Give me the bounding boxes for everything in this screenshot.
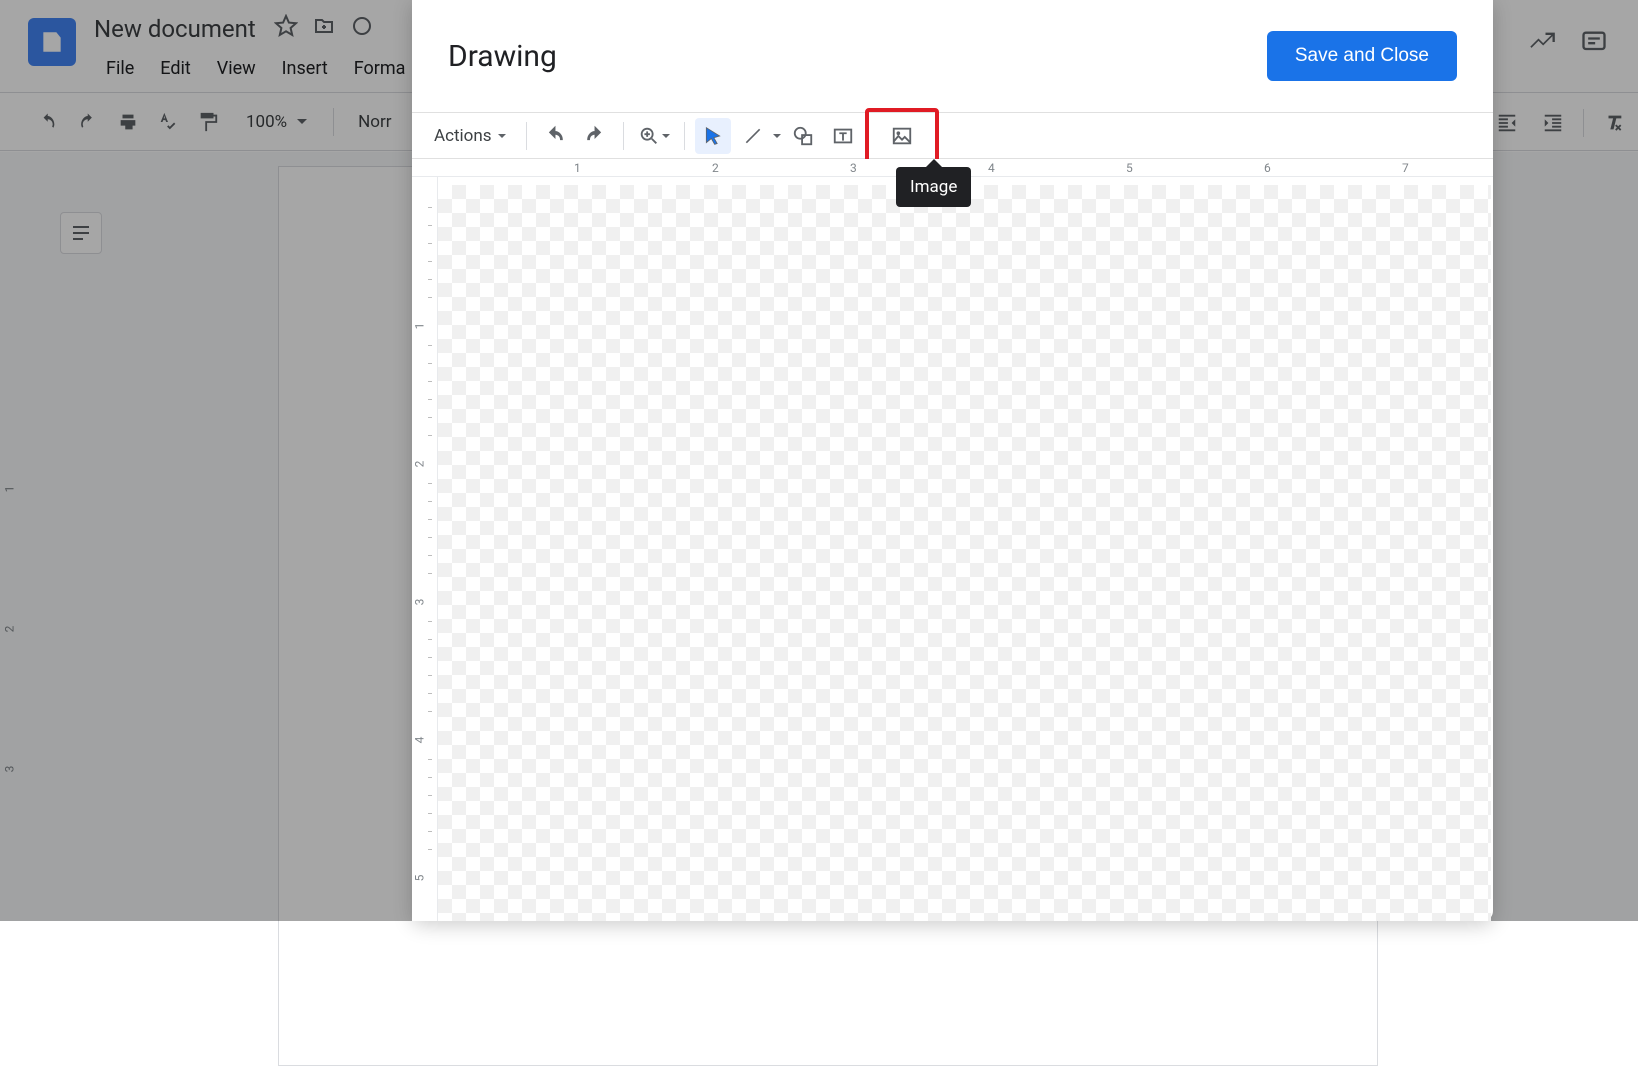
chevron-down-icon [662, 134, 670, 138]
ruler-mark: 4 [412, 737, 426, 744]
chevron-down-icon [498, 134, 506, 138]
actions-label: Actions [434, 126, 492, 146]
select-tool[interactable] [695, 118, 731, 154]
drawing-canvas[interactable] [438, 185, 1491, 921]
ruler-mark: 7 [1402, 161, 1409, 175]
undo-button[interactable] [537, 118, 573, 154]
drawing-vertical-ruler: 1 2 3 4 5 [412, 177, 438, 921]
ruler-mark: 5 [1126, 161, 1133, 175]
ruler-mark: 3 [850, 161, 857, 175]
line-tool[interactable] [735, 118, 781, 154]
ruler-mark: 2 [712, 161, 719, 175]
chevron-down-icon [773, 134, 781, 138]
text-box-tool[interactable] [825, 118, 861, 154]
ruler-mark: 4 [988, 161, 995, 175]
redo-button[interactable] [577, 118, 613, 154]
ruler-mark: 1 [574, 161, 581, 175]
ruler-mark: 6 [1264, 161, 1271, 175]
actions-menu[interactable]: Actions [424, 120, 516, 152]
ruler-mark: 2 [412, 461, 426, 468]
image-tool[interactable] [865, 108, 939, 164]
image-tooltip: Image [896, 167, 971, 207]
zoom-dropdown[interactable] [634, 121, 674, 151]
ruler-mark: 1 [412, 323, 426, 330]
dialog-header: Drawing Save and Close [412, 0, 1493, 113]
drawing-toolbar: Actions [412, 113, 1493, 159]
ruler-mark: 5 [412, 875, 426, 882]
shape-tool[interactable] [785, 118, 821, 154]
drawing-content-area: 1 2 3 4 5 [412, 177, 1493, 921]
save-and-close-button[interactable]: Save and Close [1267, 31, 1457, 81]
drawing-dialog: Drawing Save and Close Actions [412, 0, 1493, 921]
dialog-title: Drawing [448, 39, 557, 74]
ruler-mark: 3 [412, 599, 426, 606]
